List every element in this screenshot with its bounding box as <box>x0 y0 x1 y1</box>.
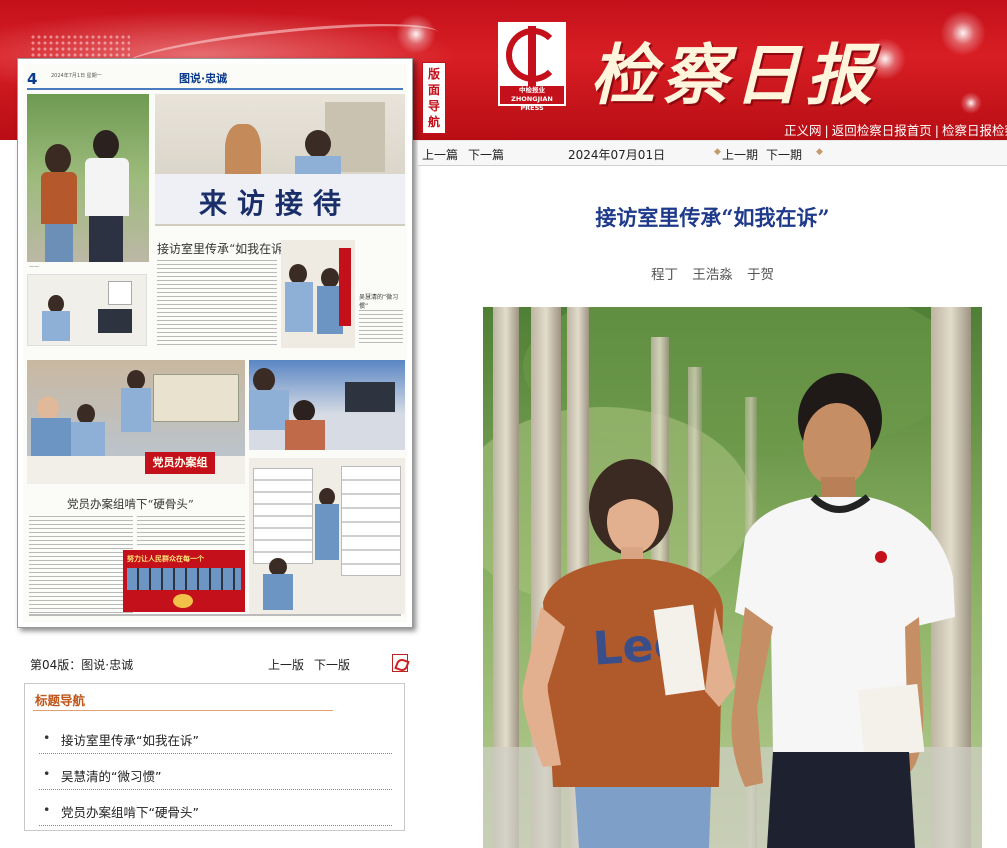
thumb-rule <box>27 88 403 90</box>
thumb-banner-text: 来访接待 <box>199 187 352 220</box>
thumb-red-banner: 努力让人民群众在每一个 <box>127 555 204 563</box>
logo-bar <box>528 26 536 86</box>
thumb-red-sign: 党员办案组 <box>145 452 215 474</box>
pdf-icon[interactable] <box>392 654 408 672</box>
title-nav-item[interactable]: 接访室里传承“如我在诉” <box>25 722 406 758</box>
title-nav-item[interactable]: 吴慧清的“微习惯” <box>25 758 406 794</box>
next-issue-link[interactable]: 下一期 <box>766 146 802 163</box>
sparkle-icon <box>396 14 436 54</box>
title-nav-list: 接访室里传承“如我在诉” 吴慧清的“微习惯” 党员办案组啃下“硬骨头” <box>25 722 406 830</box>
article-nav-bar: 上一篇 下一篇 2024年07月01日 ◆ 上一期 下一期 ◆ <box>418 140 1007 166</box>
thumb-text-block-2 <box>29 516 133 616</box>
diamond-icon: ◆ <box>816 147 823 157</box>
thumb-page-category: 图说·忠诚 <box>179 72 228 85</box>
top-links: 正义网|返回检察日报首页|检察日报检察 <box>784 120 1007 139</box>
sparkle-icon <box>940 10 986 56</box>
diamond-icon: ◆ <box>714 147 721 157</box>
thumb-text-block <box>157 260 277 348</box>
thumb-photo-desks <box>249 360 405 450</box>
link-home[interactable]: 返回检察日报首页 <box>832 123 932 138</box>
thumb-caption: —— <box>29 264 39 270</box>
page-thumbnail[interactable]: 4 2024年7月1日 星期一 图说·忠诚 —— 来访接待 接访室里传承“如我在… <box>17 58 413 628</box>
article-photo-drawing: Lee <box>483 307 982 848</box>
thumb-page-number: 4 <box>27 70 38 88</box>
press-logo[interactable]: 中检报业 ZHONGJIAN PRESS <box>498 22 566 112</box>
sparkle-icon <box>960 92 982 114</box>
thumb-photo-walking <box>27 94 149 262</box>
prev-issue-link[interactable]: 上一期 <box>722 146 758 163</box>
title-nav-item[interactable]: 党员办案组啃下“硬骨头” <box>25 794 406 830</box>
thumbnail-inner: 4 2024年7月1日 星期一 图说·忠诚 —— 来访接待 接访室里传承“如我在… <box>23 64 407 622</box>
page-label: 第04版：图说·忠诚 <box>30 658 134 672</box>
logo-text: 中检报业 ZHONGJIAN PRESS <box>500 86 564 112</box>
prev-article-link[interactable]: 上一篇 <box>422 146 458 163</box>
thumb-photo-team: 党员办案组 <box>27 360 245 484</box>
article-photo: Lee <box>483 307 982 848</box>
title-nav-rule <box>33 710 333 711</box>
thumb-headline-1: 接访室里传承“如我在诉” <box>157 242 290 256</box>
title-nav-heading: 标题导航 <box>35 693 86 708</box>
title-nav-panel: 标题导航 接访室里传承“如我在诉” 吴慧清的“微习惯” 党员办案组啃下“硬骨头” <box>24 683 405 831</box>
next-page-link[interactable]: 下一版 <box>314 656 350 673</box>
thumb-photo-archive <box>249 458 405 614</box>
thumb-side-caption: 吴慧清的“微习惯” <box>359 294 399 310</box>
prev-page-link[interactable]: 上一版 <box>268 656 304 673</box>
layout-nav-tab[interactable]: 版面导航 <box>422 62 446 134</box>
masthead-title: 检察日报 <box>590 36 878 114</box>
page-nav-bar: 第04版：图说·忠诚 上一版 下一版 <box>30 654 410 673</box>
thumb-text-block-3 <box>137 516 245 546</box>
issue-date: 2024年07月01日 <box>568 148 666 162</box>
article-title: 接访室里传承“如我在诉” <box>595 205 830 230</box>
thumb-photo-group: 努力让人民群众在每一个 <box>123 550 245 612</box>
article-authors: 程丁 王浩淼 于贺 <box>650 267 775 283</box>
banner-dot-pattern <box>30 34 130 58</box>
link-zhengyiwang[interactable]: 正义网 <box>784 123 822 138</box>
thumb-photo-office <box>27 274 147 346</box>
thumb-text-block-side <box>359 310 403 346</box>
thumb-reception-banner: 来访接待 <box>155 174 405 224</box>
link-search[interactable]: 检察日报检察 <box>942 123 1007 138</box>
thumb-footer <box>29 614 401 616</box>
thumb-headline-2: 党员办案组啃下“硬骨头” <box>67 497 194 511</box>
next-article-link[interactable]: 下一篇 <box>468 146 504 163</box>
thumb-photo-portrait <box>281 240 355 348</box>
